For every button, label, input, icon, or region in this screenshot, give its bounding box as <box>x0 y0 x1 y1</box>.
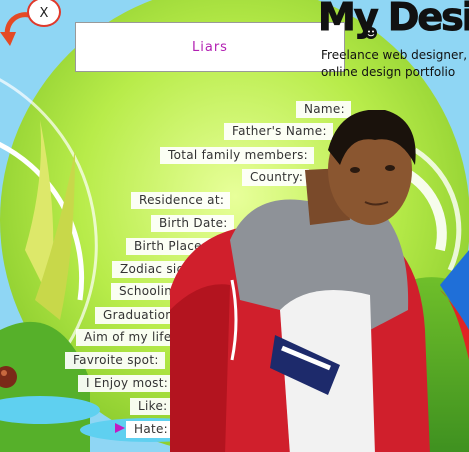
brand-tagline-line1: Freelance web designer, <box>321 48 468 62</box>
field-label-aim: Aim of my life: <box>76 329 182 346</box>
pointer-arrow-icon <box>115 423 125 433</box>
brand-logo: My Design <box>318 0 469 39</box>
field-label-like: Like: <box>130 398 174 415</box>
profile-photo <box>170 110 430 452</box>
field-label-enjoy-most: I Enjoy most: <box>78 375 175 392</box>
page-title: Liars <box>192 39 228 55</box>
brand-tagline: Freelance web designer, online design po… <box>321 47 469 81</box>
brand-block[interactable]: My Design Freelance web designer, online… <box>318 0 469 79</box>
profile-window: X Liars My Design Freelance web designer… <box>0 0 469 452</box>
smiley-icon <box>365 27 377 39</box>
close-icon: X <box>39 6 49 21</box>
title-box: Liars <box>75 22 345 72</box>
field-label-hate: Hate: <box>126 421 175 438</box>
field-label-favourite-spot: Favroite spot: <box>65 352 165 369</box>
brand-tagline-line2: online design portfolio <box>321 65 456 79</box>
